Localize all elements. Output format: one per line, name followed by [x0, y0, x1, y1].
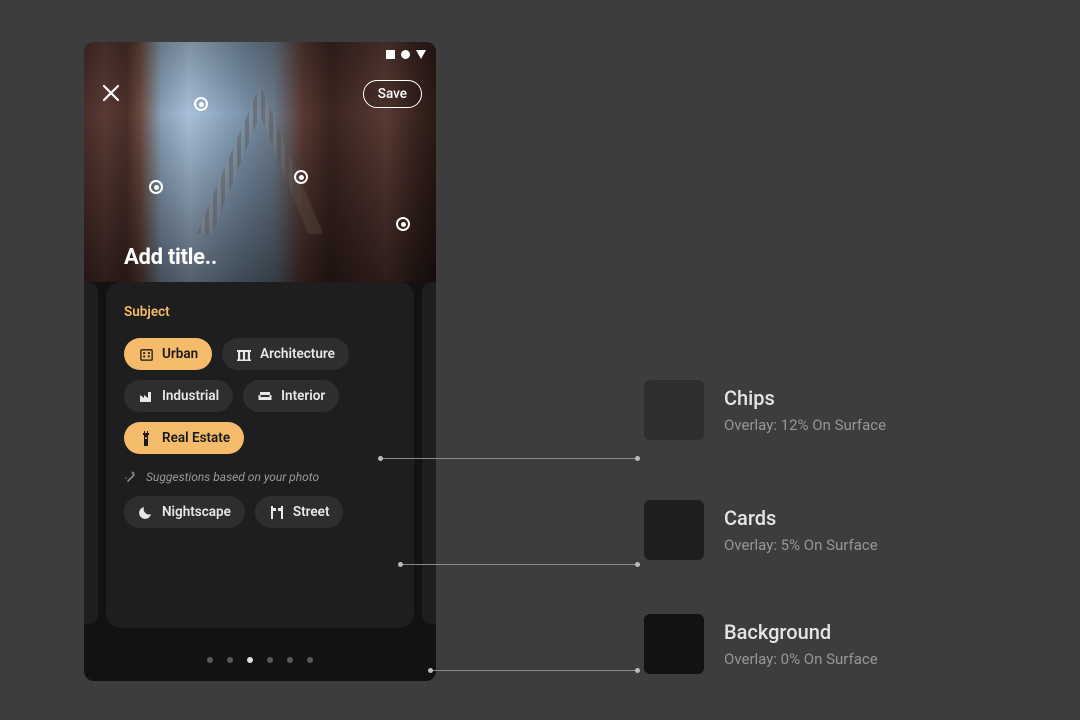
focus-point-icon[interactable] — [194, 97, 208, 111]
hero-image: Save Add title.. — [84, 42, 436, 282]
pager-dot[interactable] — [247, 657, 253, 663]
chip-label: Nightscape — [162, 504, 231, 520]
legend-chips: Chips Overlay: 12% On Surface — [644, 380, 886, 440]
pager-dot[interactable] — [267, 657, 273, 663]
legend-title: Chips — [724, 386, 886, 410]
section-label: Subject — [124, 304, 396, 320]
chip-real-estate[interactable]: Real Estate — [124, 422, 244, 454]
chip-label: Industrial — [162, 388, 219, 404]
legend-title: Background — [724, 620, 878, 644]
chip-label: Street — [293, 504, 330, 520]
magic-wand-icon — [124, 470, 138, 484]
chip-label: Interior — [281, 388, 325, 404]
chip-urban[interactable]: Urban — [124, 338, 212, 370]
chip-group-subject: Urban Architecture Industrial Interior — [124, 338, 396, 454]
chip-nightscape[interactable]: Nightscape — [124, 496, 245, 528]
arch-icon — [236, 346, 252, 362]
subject-card: Subject Urban Architecture Industrial — [106, 282, 414, 628]
legend-background: Background Overlay: 0% On Surface — [644, 614, 878, 674]
suggestion-hint: Suggestions based on your photo — [124, 470, 396, 484]
sofa-icon — [257, 388, 273, 404]
swatch-background — [644, 614, 704, 674]
focus-point-icon[interactable] — [149, 180, 163, 194]
status-square-icon — [386, 50, 395, 59]
phone-mockup: Save Add title.. Subject Urban Architect… — [84, 42, 436, 681]
connector-line — [430, 670, 638, 671]
chip-label: Urban — [162, 346, 198, 362]
building-icon — [138, 346, 154, 362]
close-icon — [102, 84, 120, 102]
status-triangle-icon — [416, 50, 426, 59]
save-button[interactable]: Save — [363, 80, 422, 108]
chip-label: Architecture — [260, 346, 335, 362]
legend-title: Cards — [724, 506, 878, 530]
close-button[interactable] — [98, 80, 124, 106]
legend-subtitle: Overlay: 12% On Surface — [724, 416, 886, 434]
swatch-chips — [644, 380, 704, 440]
chip-street[interactable]: Street — [255, 496, 344, 528]
status-circle-icon — [401, 50, 410, 59]
chip-group-suggestions: Nightscape Street — [124, 496, 396, 528]
legend-cards: Cards Overlay: 5% On Surface — [644, 500, 878, 560]
suggestion-hint-text: Suggestions based on your photo — [146, 470, 319, 484]
pager-dot[interactable] — [227, 657, 233, 663]
chip-industrial[interactable]: Industrial — [124, 380, 233, 412]
connector-line — [400, 564, 638, 565]
factory-icon — [138, 388, 154, 404]
chip-interior[interactable]: Interior — [243, 380, 339, 412]
chip-label: Real Estate — [162, 430, 230, 446]
focus-point-icon[interactable] — [294, 170, 308, 184]
pager-dot[interactable] — [287, 657, 293, 663]
card-peek-prev[interactable] — [84, 282, 98, 624]
title-input[interactable]: Add title.. — [124, 245, 217, 270]
pager-dot[interactable] — [307, 657, 313, 663]
legend-subtitle: Overlay: 0% On Surface — [724, 650, 878, 668]
tower-icon — [138, 430, 154, 446]
pager-dot[interactable] — [207, 657, 213, 663]
connector-line — [380, 458, 638, 459]
legend-subtitle: Overlay: 5% On Surface — [724, 536, 878, 554]
street-sign-icon — [269, 504, 285, 520]
chip-architecture[interactable]: Architecture — [222, 338, 349, 370]
page-indicator — [84, 657, 436, 663]
card-peek-next[interactable] — [422, 282, 436, 624]
moon-icon — [138, 504, 154, 520]
status-bar — [386, 50, 426, 59]
focus-point-icon[interactable] — [396, 217, 410, 231]
swatch-cards — [644, 500, 704, 560]
